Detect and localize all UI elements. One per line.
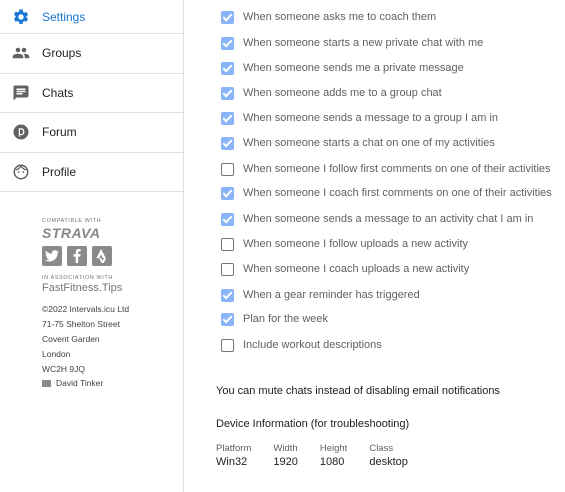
notification-option[interactable]: When a gear reminder has triggered (221, 287, 420, 303)
address-line: 71-75 Shelton Street (42, 319, 120, 329)
sidebar: Settings Groups Chats Forum Profile COMP… (0, 0, 184, 492)
sidebar-item-profile[interactable]: Profile (0, 153, 183, 192)
checkbox[interactable] (221, 262, 234, 276)
address-line: London (42, 349, 71, 359)
notification-option[interactable]: When someone sends a message to a group … (221, 110, 498, 126)
sidebar-item-label: Profile (42, 164, 77, 179)
groups-icon (12, 44, 30, 62)
sidebar-item-label: Settings (42, 9, 86, 24)
notification-option[interactable]: When someone I coach first comments on o… (221, 185, 552, 201)
fastfitness-logo[interactable]: FastFitness.Tips (42, 282, 183, 294)
notification-option[interactable]: Include workout descriptions (221, 337, 382, 353)
sidebar-item-label: Forum (42, 125, 77, 140)
option-label: When someone I follow uploads a new acti… (243, 238, 469, 250)
device-col-class: Class desktop (369, 443, 408, 468)
mute-hint: You can mute chats instead of disabling … (216, 385, 500, 397)
association-label: IN ASSOCIATION WITH (42, 275, 113, 281)
checkbox[interactable] (221, 237, 234, 251)
sidebar-item-settings[interactable]: Settings (0, 0, 183, 34)
checkbox[interactable] (221, 288, 234, 302)
option-label: Include workout descriptions (243, 339, 382, 351)
option-label: When someone sends a message to an activ… (243, 213, 534, 225)
option-label: When a gear reminder has triggered (243, 289, 420, 301)
option-label: When someone adds me to a group chat (243, 87, 442, 99)
contact-link[interactable]: David Tinker (42, 378, 183, 388)
strava-logo[interactable]: STRAVA (42, 225, 183, 241)
profile-icon (12, 163, 30, 181)
option-label: When someone asks me to coach them (243, 11, 437, 23)
device-value: 1920 (273, 456, 298, 468)
checkbox[interactable] (221, 36, 234, 50)
option-label: When someone I coach uploads a new activ… (243, 263, 470, 275)
sidebar-item-groups[interactable]: Groups (0, 34, 183, 74)
checkbox[interactable] (221, 111, 234, 125)
sidebar-item-label: Chats (42, 85, 74, 100)
sidebar-item-forum[interactable]: Forum (0, 113, 183, 153)
option-label: When someone sends a message to a group … (243, 112, 498, 124)
checkbox[interactable] (221, 186, 234, 200)
device-header: Platform (216, 443, 252, 454)
option-label: When someone sends me a private message (243, 62, 464, 74)
notification-option[interactable]: When someone I coach uploads a new activ… (221, 261, 469, 277)
device-info-table: Platform Win32 Width 1920 Height 1080 Cl… (216, 443, 430, 468)
device-header: Height (319, 443, 348, 454)
device-info-title: Device Information (for troubleshooting) (216, 418, 410, 430)
notification-settings: When someone asks me to coach them When … (201, 0, 565, 492)
device-col-height: Height 1080 (320, 443, 347, 468)
device-header: Class (369, 443, 394, 454)
checkbox[interactable] (221, 162, 234, 176)
checkbox[interactable] (221, 10, 234, 24)
option-label: When someone I coach first comments on o… (243, 187, 552, 199)
notification-option[interactable]: When someone sends a message to an activ… (221, 211, 533, 227)
sidebar-item-chats[interactable]: Chats (0, 74, 183, 113)
option-label: When someone starts a new private chat w… (243, 37, 484, 49)
device-col-width: Width 1920 (273, 443, 297, 468)
address-line: ©2022 Intervals.icu Ltd (42, 304, 130, 314)
notification-option[interactable]: When someone I follow first comments on … (221, 161, 551, 177)
device-value: Win32 (216, 456, 248, 468)
sidebar-footer: COMPATIBLE WITH STRAVA IN ASSOCIATION WI… (0, 192, 183, 388)
facebook-icon[interactable] (67, 246, 87, 266)
checkbox[interactable] (221, 312, 234, 326)
contact-name: David Tinker (56, 378, 104, 388)
option-label: Plan for the week (243, 313, 328, 325)
address-line: Covent Garden (42, 334, 100, 344)
device-value: 1080 (319, 456, 345, 468)
device-col-platform: Platform Win32 (216, 443, 251, 468)
company-address: ©2022 Intervals.icu Ltd 71-75 Shelton St… (42, 302, 183, 377)
strava-icon[interactable] (92, 246, 112, 266)
notification-option[interactable]: Plan for the week (221, 311, 328, 327)
notification-option[interactable]: When someone starts a chat on one of my … (221, 135, 495, 151)
gear-icon (12, 8, 30, 26)
chat-icon (12, 84, 30, 102)
address-line: WC2H 9JQ (42, 364, 85, 374)
social-links (42, 246, 183, 266)
checkbox[interactable] (221, 136, 234, 150)
sidebar-item-label: Groups (42, 46, 82, 61)
option-label: When someone starts a chat on one of my … (243, 137, 495, 149)
checkbox[interactable] (221, 338, 234, 352)
notification-option[interactable]: When someone adds me to a group chat (221, 85, 442, 101)
notification-option[interactable]: When someone sends me a private message (221, 60, 464, 76)
notification-option[interactable]: When someone asks me to coach them (221, 9, 436, 25)
twitter-icon[interactable] (42, 246, 62, 266)
checkbox[interactable] (221, 212, 234, 226)
option-label: When someone I follow first comments on … (243, 163, 551, 175)
notification-option[interactable]: When someone starts a new private chat w… (221, 35, 483, 51)
checkbox[interactable] (221, 61, 234, 75)
checkbox[interactable] (221, 86, 234, 100)
forum-icon (12, 123, 30, 141)
notification-option[interactable]: When someone I follow uploads a new acti… (221, 236, 468, 252)
compatible-with-label: COMPATIBLE WITH (42, 218, 102, 224)
device-header: Width (273, 443, 298, 454)
device-value: desktop (369, 456, 408, 468)
mail-icon (42, 379, 51, 387)
